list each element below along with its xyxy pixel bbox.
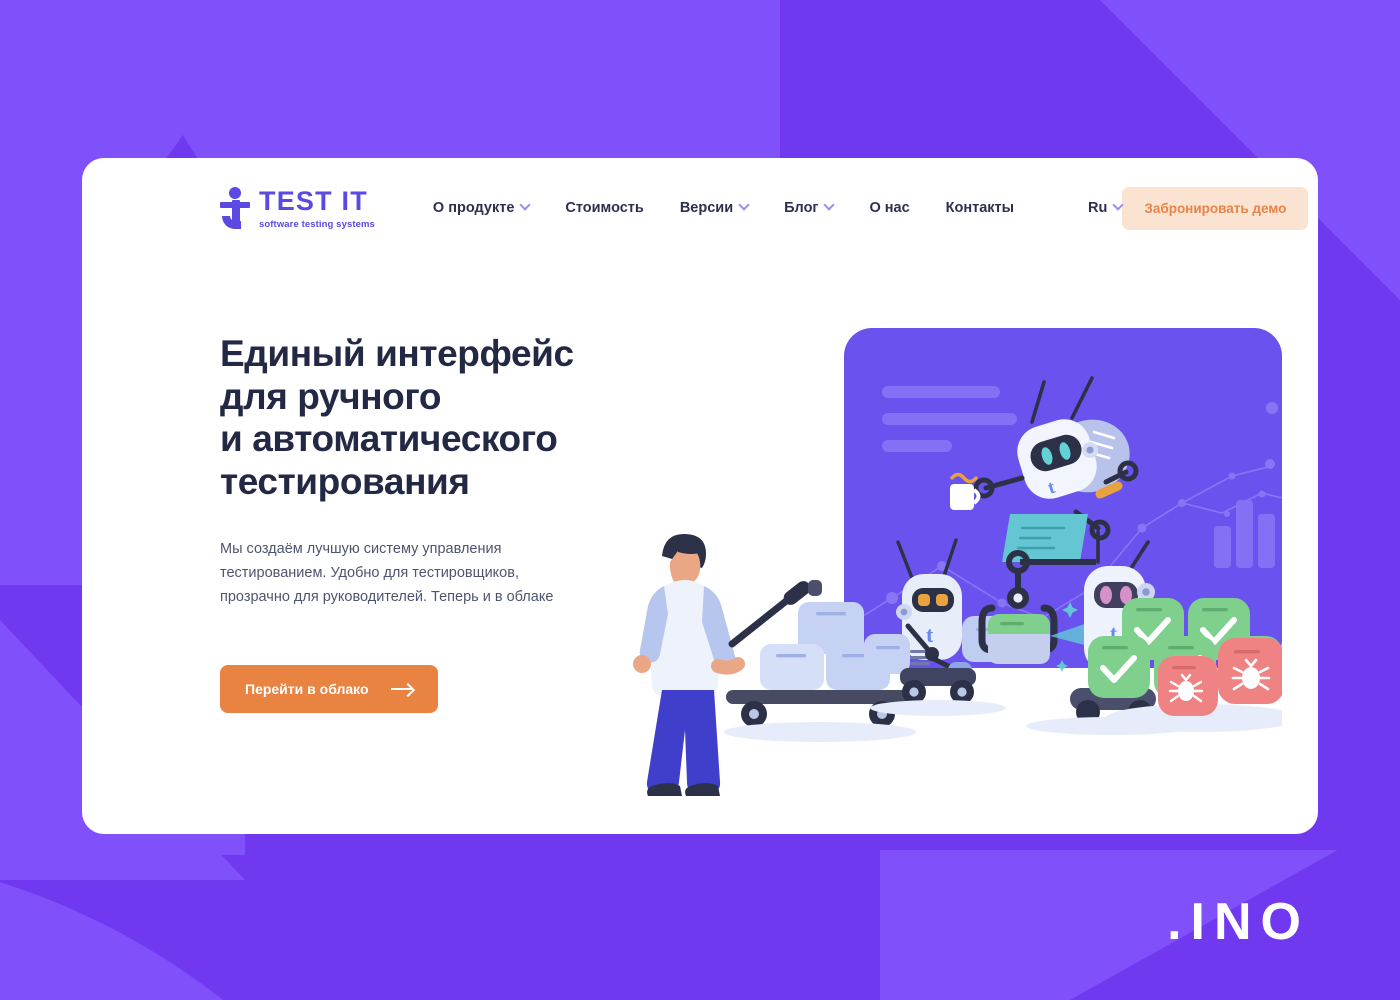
svg-text:t: t <box>926 622 934 647</box>
site-header: TEST IT software testing systems О проду… <box>82 158 1318 258</box>
test-it-mark-icon <box>220 187 250 229</box>
nav-item-o-nas[interactable]: О нас <box>869 200 909 216</box>
nav-item-label: Версии <box>679 200 734 216</box>
logo-test-it[interactable]: TEST IT software testing systems <box>220 187 375 229</box>
nav-item-blog[interactable]: Блог <box>784 199 836 216</box>
landing-page-card: TEST IT software testing systems О проду… <box>82 158 1318 834</box>
logo-name: TEST IT <box>259 185 368 216</box>
chevron-down-icon <box>738 199 750 211</box>
pass-box <box>1088 636 1150 698</box>
chevron-down-icon <box>823 199 836 211</box>
arrow-right-icon <box>390 683 413 695</box>
hero-section: Единый интерфейс для ручного и автоматич… <box>220 333 640 714</box>
hero-subtitle: Мы создаём лучшую систему управления тес… <box>220 541 554 606</box>
nav-item-stoimost[interactable]: Стоимость <box>565 200 643 216</box>
book-demo-button[interactable]: Забронировать демо <box>1122 186 1309 230</box>
go-to-cloud-button[interactable]: Перейти в облако <box>220 665 438 714</box>
ino-watermark: .INO <box>1167 893 1310 951</box>
hero-illustration: t t t <box>622 298 1282 834</box>
primary-navigation: О продукте Стоимость Версии Блог О нас К… <box>432 199 1125 216</box>
language-switcher[interactable]: Ru <box>1088 199 1125 216</box>
illustration-svg: t t t <box>633 328 1282 796</box>
nav-item-label: Стоимость <box>565 200 644 216</box>
hero-title: Единый интерфейс для ручного и автоматич… <box>220 333 574 502</box>
nav-item-label: Контакты <box>945 200 1015 216</box>
logo-tagline: software testing systems <box>259 218 375 230</box>
person-with-cart <box>633 534 745 796</box>
nav-item-label: О продукте <box>432 200 515 216</box>
chevron-down-icon <box>519 199 532 211</box>
fail-box <box>1218 638 1282 704</box>
nav-item-label: О нас <box>869 200 910 216</box>
language-label: Ru <box>1088 200 1108 216</box>
nav-item-label: Блог <box>784 200 819 216</box>
cta-label: Перейти в облако <box>245 681 369 698</box>
poster-stage: TEST IT software testing systems О проду… <box>0 0 1400 1000</box>
nav-item-versii[interactable]: Версии <box>679 199 750 216</box>
nav-item-kontakty[interactable]: Контакты <box>946 200 1014 216</box>
fail-box <box>1158 656 1218 716</box>
nav-item-o-produkte[interactable]: О продукте <box>432 199 532 216</box>
